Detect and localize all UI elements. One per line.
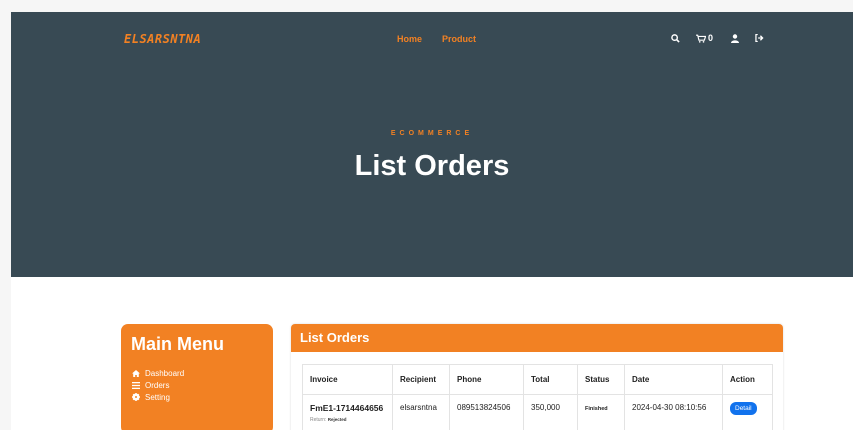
invoice-number: FmE1-1714464656 xyxy=(310,403,384,413)
table-header-row: Invoice Recipient Phone Total Status Dat… xyxy=(302,364,773,395)
main-nav: Home Product xyxy=(397,34,476,44)
column-header-date: Date xyxy=(624,364,723,395)
home-icon xyxy=(131,369,140,377)
column-header-phone: Phone xyxy=(449,364,524,395)
recipient-cell: elsarsntna xyxy=(392,394,450,430)
phone-cell: 089513824506 xyxy=(449,394,524,430)
page-title: List Orders xyxy=(354,150,510,182)
list-icon xyxy=(131,381,140,389)
sidebar-item-label: Setting xyxy=(145,392,170,402)
column-header-action: Action xyxy=(722,364,773,395)
column-header-recipient: Recipient xyxy=(392,364,450,395)
date-cell: 2024-04-30 08:10:56 xyxy=(624,394,723,430)
column-header-status: Status xyxy=(577,364,625,395)
return-label: Return: xyxy=(310,417,327,423)
detail-button[interactable]: Detail xyxy=(730,402,757,415)
sidebar-item-label: Dashboard xyxy=(145,368,185,378)
page-frame: ELSARSNTNA Home Product 0 ECOMMERCE List… xyxy=(11,12,853,430)
orders-panel: List Orders Invoice Recipient Phone Tota… xyxy=(291,324,783,430)
sidebar-item-orders[interactable]: Orders xyxy=(131,379,263,391)
action-cell: Detail xyxy=(722,394,773,430)
sidebar-item-label: Orders xyxy=(145,380,170,390)
orders-table: Invoice Recipient Phone Total Status Dat… xyxy=(302,364,773,430)
sidebar-item-setting[interactable]: Setting xyxy=(131,391,263,403)
sidebar-item-dashboard[interactable]: Dashboard xyxy=(131,367,263,379)
brand-logo[interactable]: ELSARSNTNA xyxy=(124,32,201,46)
nav-home-link[interactable]: Home xyxy=(397,34,422,44)
status-cell: Finished xyxy=(577,394,625,430)
column-header-total: Total xyxy=(523,364,578,395)
cart-button[interactable]: 0 xyxy=(696,33,713,43)
cart-count: 0 xyxy=(708,33,714,43)
total-cell: 350,000 xyxy=(523,394,578,430)
table-row: FmE1-1714464656 Return: Rejected elsarsn… xyxy=(302,394,773,430)
hero-banner: ELSARSNTNA Home Product 0 ECOMMERCE List… xyxy=(11,12,853,277)
cart-icon xyxy=(696,34,706,43)
return-status: Rejected xyxy=(327,417,347,422)
nav-product-link[interactable]: Product xyxy=(442,34,476,44)
sign-out-icon[interactable] xyxy=(755,34,764,42)
column-header-invoice: Invoice xyxy=(302,364,393,395)
hero-subtitle: ECOMMERCE xyxy=(390,130,474,137)
invoice-cell: FmE1-1714464656 Return: Rejected xyxy=(302,394,393,430)
user-icon[interactable] xyxy=(731,33,740,43)
status-badge: Finished xyxy=(585,406,608,412)
gear-icon xyxy=(131,393,140,401)
sidebar: Main Menu Dashboard Orders Setting xyxy=(121,324,273,430)
header-icons: 0 xyxy=(671,33,764,43)
sidebar-title: Main Menu xyxy=(131,334,224,354)
return-info: Return: Rejected xyxy=(310,417,385,423)
search-icon[interactable] xyxy=(671,33,680,43)
orders-panel-title: List Orders xyxy=(291,324,783,352)
